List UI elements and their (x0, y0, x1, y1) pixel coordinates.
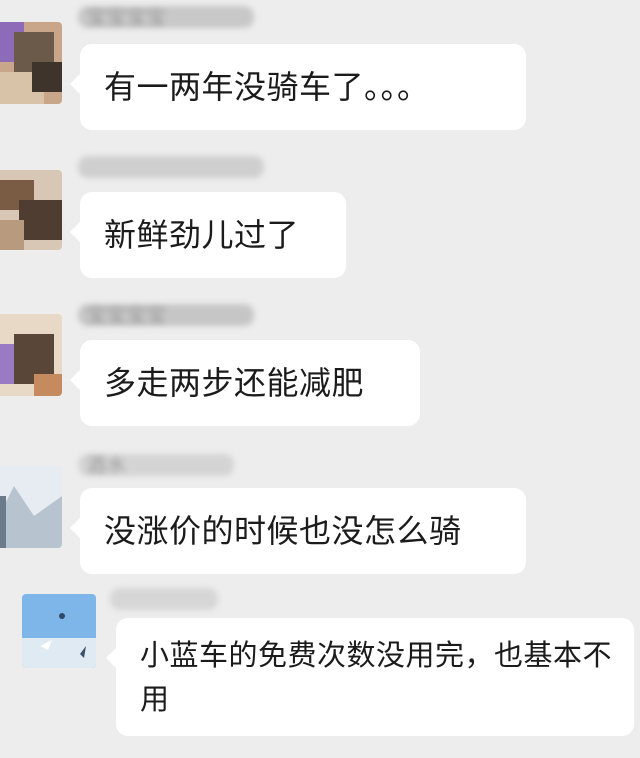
message-row: 宝宝宝宝 有一两年没骑车了。。。 (0, 0, 640, 140)
avatar[interactable] (0, 22, 62, 104)
message-bubble[interactable]: 新鲜劲儿过了 (70, 192, 346, 278)
avatar[interactable] (0, 314, 62, 396)
message-bubble[interactable]: 有一两年没骑车了。。。 (70, 44, 526, 130)
chat-window: 宝宝宝宝 有一两年没骑车了。。。 新鲜劲儿过了 宝宝宝宝 多走两步还能减肥 酒水… (0, 0, 640, 758)
avatar[interactable] (0, 466, 62, 548)
message-bubble[interactable]: 多走两步还能减肥 (70, 340, 420, 426)
sender-name (78, 156, 264, 178)
sender-name: 宝宝宝宝 (78, 6, 254, 28)
message-row: 宝宝宝宝 多走两步还能减肥 (0, 292, 640, 440)
avatar[interactable] (0, 170, 62, 250)
message-text: 新鲜劲儿过了 (104, 216, 300, 254)
message-row: 新鲜劲儿过了 (0, 140, 640, 288)
message-text: 没涨价的时候也没怎么骑 (104, 512, 462, 550)
message-row: 小蓝车的免费次数没用完，也基本不用 (0, 586, 640, 758)
avatar[interactable] (22, 594, 96, 668)
sender-name: 酒水 (78, 454, 234, 476)
message-text: 有一两年没骑车了。。。 (104, 68, 430, 106)
sender-name (110, 588, 218, 610)
message-bubble[interactable]: 小蓝车的免费次数没用完，也基本不用 (106, 618, 634, 736)
message-text: 小蓝车的免费次数没用完，也基本不用 (140, 638, 613, 716)
message-bubble[interactable]: 没涨价的时候也没怎么骑 (70, 488, 526, 574)
message-text: 多走两步还能减肥 (104, 364, 365, 402)
message-row: 酒水 没涨价的时候也没怎么骑 (0, 440, 640, 586)
sender-name: 宝宝宝宝 (78, 304, 254, 326)
